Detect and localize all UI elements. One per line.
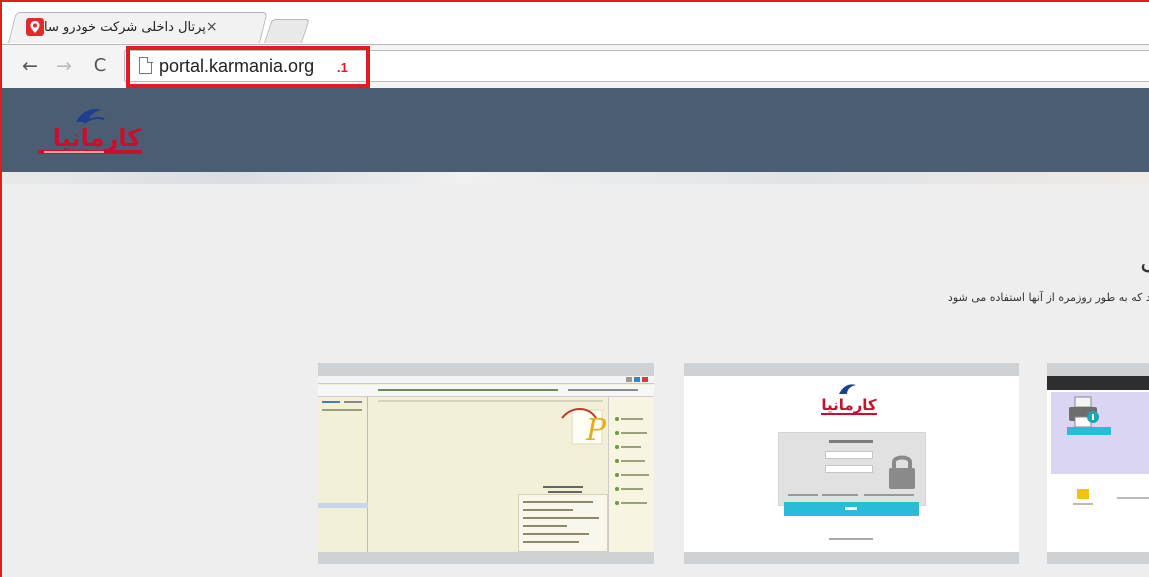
desktop-app-thumbnail: P (318, 376, 654, 552)
site-header: کارمانیا (2, 88, 1149, 172)
close-tab-icon[interactable]: × (206, 19, 218, 35)
svg-text:کارمانیا: کارمانیا (821, 396, 877, 414)
page-icon (139, 56, 153, 74)
browser-window: پرتال داخلی شرکت خودرو سا × ← → C portal… (0, 0, 1149, 577)
app-card-desktop[interactable]: P (318, 363, 654, 564)
app-card-login[interactable]: کارمانیا (684, 363, 1019, 564)
section-description: تند که به طور روزمره از آنها استفاده می … (947, 291, 1149, 304)
printer-icon (1069, 396, 1099, 428)
new-tab-button[interactable] (264, 19, 310, 43)
login-button-thumbnail (784, 502, 919, 516)
tab-title: پرتال داخلی شرکت خودرو سا (44, 19, 206, 35)
back-arrow-icon[interactable]: ← (18, 55, 42, 77)
forward-arrow-icon[interactable]: → (52, 55, 76, 77)
favicon-icon (26, 18, 44, 36)
url-text[interactable]: portal.karmania.org (159, 54, 314, 78)
reload-icon[interactable]: C (88, 55, 112, 77)
web-page: کارمانیا تی تند که به طور روزمره از آنها… (2, 88, 1149, 577)
section-heading: تی (1109, 246, 1149, 280)
login-page-thumbnail: کارمانیا (684, 376, 1019, 552)
svg-text:P: P (585, 413, 606, 448)
svg-text:کارمانیا: کارمانیا (53, 124, 142, 152)
app-card-printer[interactable] (1047, 363, 1149, 564)
folder-icon (1077, 489, 1089, 499)
karmania-logo-small: کارمانیا (821, 384, 877, 415)
hero-image-strip (2, 172, 1149, 184)
annotation-number: .1 (337, 60, 348, 75)
tab-strip: پرتال داخلی شرکت خودرو سا × (2, 2, 1149, 44)
app-logo-icon: P (561, 408, 606, 448)
lock-icon (889, 455, 915, 489)
browser-tab-content[interactable]: پرتال داخلی شرکت خودرو سا × (20, 13, 260, 41)
karmania-logo[interactable]: کارمانیا (32, 102, 162, 162)
